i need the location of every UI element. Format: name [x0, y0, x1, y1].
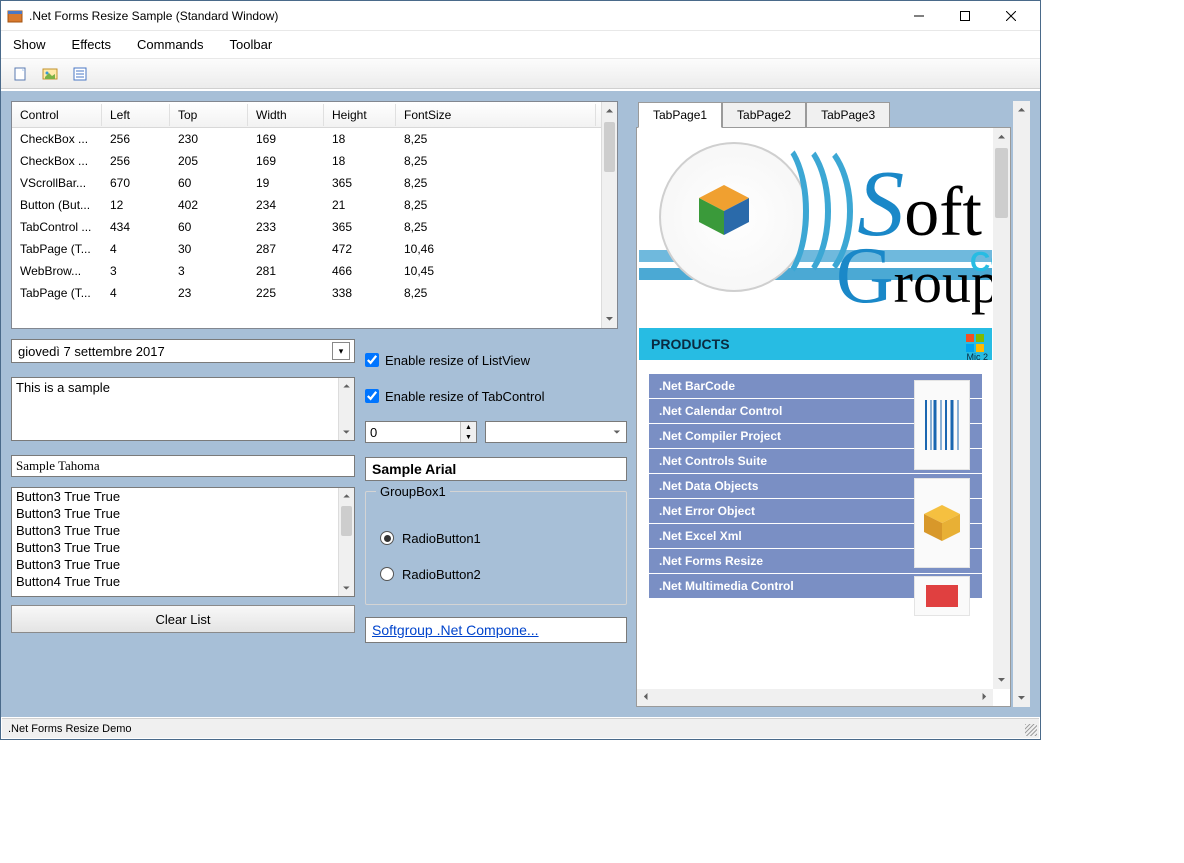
tabpage-content: Soft Group CO PRODUCTS Mic 2 .Net BarCod…	[636, 127, 1011, 707]
radio-icon[interactable]	[380, 531, 394, 545]
menu-commands[interactable]: Commands	[133, 33, 207, 56]
logo-co: CO	[970, 246, 992, 278]
scroll-down-icon[interactable]: ⏷	[993, 671, 1010, 689]
radio-icon[interactable]	[380, 567, 394, 581]
enable-listview-checkbox[interactable]: Enable resize of ListView	[365, 349, 627, 371]
scroll-down-icon[interactable]: ⏷	[339, 580, 354, 596]
scroll-thumb[interactable]	[995, 148, 1008, 218]
thumb-icon	[914, 576, 970, 616]
sample-textarea[interactable]: This is a sample ⏶ ⏷	[11, 377, 355, 441]
products-title: PRODUCTS	[651, 336, 730, 352]
main-window: .Net Forms Resize Sample (Standard Windo…	[0, 0, 1041, 740]
window-title: .Net Forms Resize Sample (Standard Windo…	[29, 9, 896, 23]
checkbox-input[interactable]	[365, 389, 379, 403]
radio-label: RadioButton2	[402, 567, 481, 582]
barcode-icon	[914, 380, 970, 470]
mic-text: Mic 2	[966, 352, 988, 362]
date-value: giovedì 7 settembre 2017	[18, 344, 165, 359]
maximize-button[interactable]	[942, 2, 988, 30]
tabpage-hscrollbar[interactable]: ⏴ ⏵	[637, 689, 993, 706]
tahoma-value: Sample Tahoma	[16, 458, 100, 474]
close-button[interactable]	[988, 2, 1034, 30]
scroll-thumb[interactable]	[341, 506, 352, 536]
enable-tabcontrol-checkbox[interactable]: Enable resize of TabControl	[365, 385, 627, 407]
menu-show[interactable]: Show	[9, 33, 50, 56]
textarea-scrollbar[interactable]: ⏶ ⏷	[338, 378, 354, 440]
titlebar[interactable]: .Net Forms Resize Sample (Standard Windo…	[1, 1, 1040, 31]
resize-grip-icon[interactable]	[1025, 724, 1037, 736]
web-browser[interactable]: Soft Group CO PRODUCTS Mic 2 .Net BarCod…	[639, 130, 992, 688]
calendar-dropdown-icon[interactable]: ▾	[332, 342, 350, 360]
logo-group: Group	[836, 231, 992, 322]
status-text: .Net Forms Resize Demo	[8, 723, 131, 735]
link-text: Softgroup .Net Compone...	[372, 622, 539, 638]
checkbox-label: Enable resize of ListView	[385, 353, 530, 368]
combobox[interactable]: ⏷	[485, 421, 627, 443]
app-icon	[7, 8, 23, 24]
scroll-up-icon[interactable]: ⏶	[1013, 101, 1030, 119]
textarea-value: This is a sample	[16, 380, 110, 395]
menu-toolbar[interactable]: Toolbar	[226, 33, 277, 56]
checkbox-label: Enable resize of TabControl	[385, 389, 544, 404]
products-header: PRODUCTS Mic 2	[639, 328, 992, 360]
tab-tabpage3[interactable]: TabPage3	[806, 102, 890, 127]
listbox-item[interactable]: Button3 True True	[12, 539, 354, 556]
scroll-up-icon[interactable]: ⏶	[339, 378, 354, 394]
scroll-down-icon[interactable]: ⏷	[339, 424, 354, 440]
arcs-decoration	[739, 136, 849, 296]
groupbox-title: GroupBox1	[376, 484, 450, 499]
spin-down-icon[interactable]: ▼	[461, 432, 476, 442]
softgroup-link[interactable]: Softgroup .Net Compone...	[365, 617, 627, 643]
listbox-item[interactable]: Button3 True True	[12, 505, 354, 522]
client-area: Control Left Top Width Height FontSize C…	[1, 91, 1040, 717]
tab-strip: TabPage1 TabPage2 TabPage3	[636, 101, 1011, 127]
listbox-scrollbar[interactable]: ⏶ ⏷	[338, 488, 354, 596]
numeric-updown[interactable]: 0 ▲ ▼	[365, 421, 477, 443]
groupbox: GroupBox1 RadioButton1 RadioButton2	[365, 491, 627, 605]
tab-tabpage1[interactable]: TabPage1	[638, 102, 722, 128]
logo-area: Soft Group CO	[639, 130, 992, 328]
chevron-down-icon[interactable]: ⏷	[610, 427, 624, 438]
arial-input[interactable]: Sample Arial	[365, 457, 627, 481]
statusbar: .Net Forms Resize Demo	[2, 718, 1039, 738]
date-picker[interactable]: giovedì 7 settembre 2017 ▾	[11, 339, 355, 363]
minimize-button[interactable]	[896, 2, 942, 30]
scroll-up-icon[interactable]: ⏶	[339, 488, 354, 504]
scroll-up-icon[interactable]: ⏶	[993, 128, 1010, 146]
numeric-value: 0	[370, 425, 377, 440]
listbox-item[interactable]: Button3 True True	[12, 488, 354, 505]
clear-list-button[interactable]: Clear List	[11, 605, 355, 633]
radiobutton2[interactable]: RadioButton2	[380, 560, 612, 588]
spin-up-icon[interactable]: ▲	[461, 422, 476, 432]
box-icon	[914, 478, 970, 568]
side-thumbnails	[914, 380, 970, 624]
menu-effects[interactable]: Effects	[68, 33, 116, 56]
tab-tabpage2[interactable]: TabPage2	[722, 102, 806, 127]
microsoft-icon	[964, 332, 986, 354]
scroll-down-icon[interactable]: ⏷	[1013, 689, 1030, 707]
outer-vscrollbar[interactable]: ⏶ ⏷	[1013, 101, 1030, 707]
menubar: Show Effects Commands Toolbar	[1, 31, 1040, 59]
scroll-left-icon[interactable]: ⏴	[637, 692, 655, 703]
radio-label: RadioButton1	[402, 531, 481, 546]
tahoma-input[interactable]: Sample Tahoma	[11, 455, 355, 477]
listbox-item[interactable]: Button3 True True	[12, 556, 354, 573]
checkbox-input[interactable]	[365, 353, 379, 367]
toolbar	[1, 59, 1040, 89]
image-icon[interactable]	[39, 63, 61, 85]
list-icon[interactable]	[69, 63, 91, 85]
listbox-item[interactable]: Button4 True True	[12, 573, 354, 590]
radiobutton1[interactable]: RadioButton1	[380, 524, 612, 552]
arial-value: Sample Arial	[372, 461, 456, 477]
listbox[interactable]: Button3 True TrueButton3 True TrueButton…	[11, 487, 355, 597]
tabpage-vscrollbar[interactable]: ⏶ ⏷	[993, 128, 1010, 689]
new-file-icon[interactable]	[9, 63, 31, 85]
listbox-item[interactable]: Button3 True True	[12, 522, 354, 539]
tab-control: TabPage1 TabPage2 TabPage3	[636, 101, 1011, 707]
scroll-right-icon[interactable]: ⏵	[975, 692, 993, 703]
